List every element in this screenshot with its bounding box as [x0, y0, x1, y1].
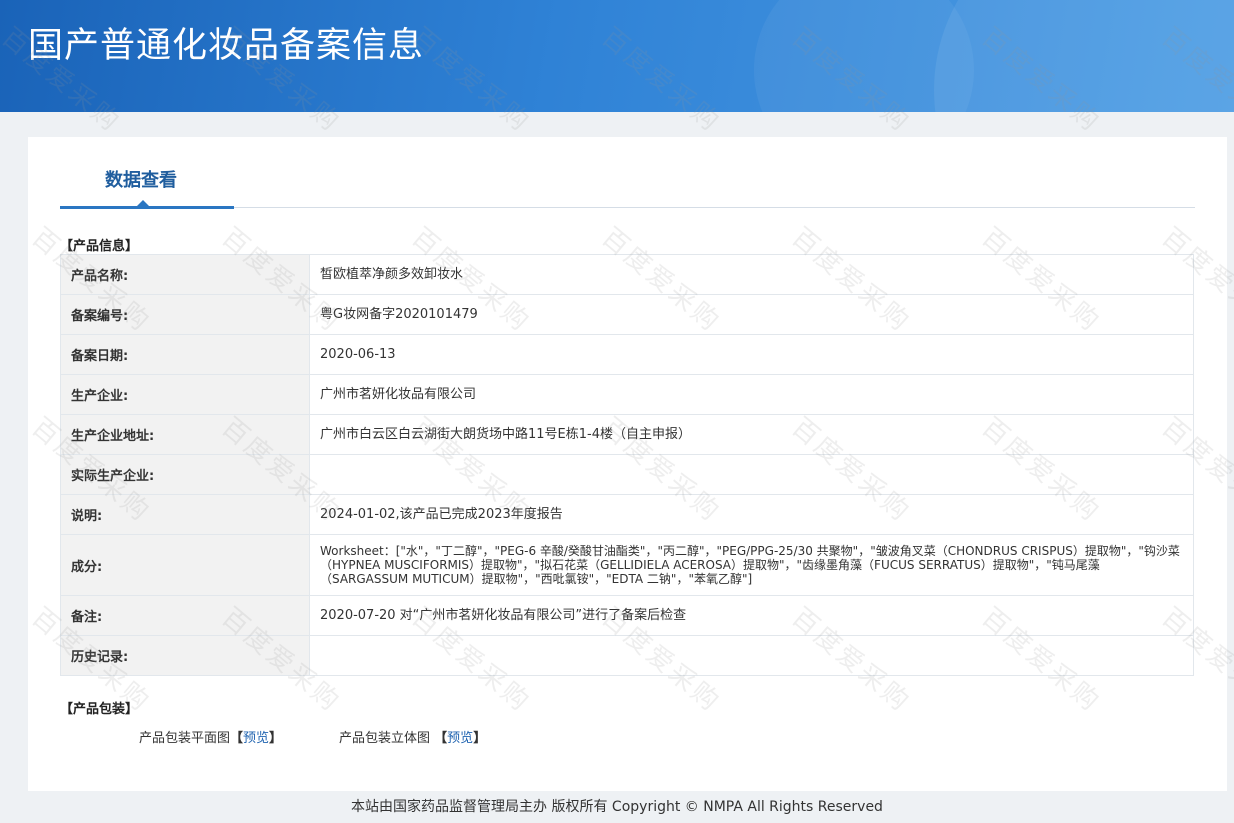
table-row: 实际生产企业: [60, 454, 1194, 495]
row-label: 生产企业: [60, 374, 310, 415]
row-label: 备案编号: [60, 294, 310, 335]
packaging-flat-item: 产品包装平面图【预览】 [139, 727, 282, 746]
table-row: 成分: Worksheet：["水"，"丁二醇"，"PEG-6 辛酸/癸酸甘油酯… [60, 534, 1194, 596]
banner-decoration [934, 0, 1234, 112]
bracket-open: 【 [230, 731, 244, 746]
packaging-3d-item: 产品包装立体图 【预览】 [339, 727, 486, 746]
row-label: 实际生产企业: [60, 454, 310, 495]
table-row: 说明: 2024-01-02,该产品已完成2023年度报告 [60, 494, 1194, 535]
row-value: 粤G妆网备字2020101479 [309, 294, 1194, 335]
row-label: 生产企业地址: [60, 414, 310, 455]
row-label: 备注: [60, 595, 310, 636]
table-row: 产品名称: 皙欧植萃净颜多效卸妆水 [60, 254, 1194, 295]
table-row: 备案编号: 粤G妆网备字2020101479 [60, 294, 1194, 335]
row-value [309, 454, 1194, 495]
packaging-section-title: 【产品包装】 [60, 702, 139, 717]
tab-arrow-indicator [136, 200, 150, 207]
row-label: 历史记录: [60, 635, 310, 676]
preview-3d-link[interactable]: 预览 [447, 731, 473, 746]
ingredients-value: Worksheet：["水"，"丁二醇"，"PEG-6 辛酸/癸酸甘油酯类"，"… [309, 534, 1194, 596]
table-row: 备注: 2020-07-20 对“广州市茗妍化妆品有限公司”进行了备案后检查 [60, 595, 1194, 636]
preview-flat-link[interactable]: 预览 [243, 731, 269, 746]
page-title: 国产普通化妆品备案信息 [28, 26, 425, 66]
row-value: 2024-01-02,该产品已完成2023年度报告 [309, 494, 1194, 535]
row-value: 2020-07-20 对“广州市茗妍化妆品有限公司”进行了备案后检查 [309, 595, 1194, 636]
packaging-flat-label: 产品包装平面图 [139, 731, 231, 746]
table-row: 历史记录: [60, 635, 1194, 676]
row-value: 皙欧植萃净颜多效卸妆水 [309, 254, 1194, 295]
product-info-table: 产品名称: 皙欧植萃净颜多效卸妆水 备案编号: 粤G妆网备字2020101479… [60, 254, 1194, 676]
packaging-3d-label: 产品包装立体图 [339, 731, 431, 746]
bracket-open: 【 [434, 731, 448, 746]
bracket-close: 】 [473, 731, 487, 746]
product-info-section-title: 【产品信息】 [60, 239, 139, 254]
tab-data-view[interactable]: 数据查看 [105, 166, 177, 192]
row-label: 说明: [60, 494, 310, 535]
row-label: 备案日期: [60, 334, 310, 375]
row-value: 广州市白云区白云湖街大朗货场中路11号E栋1-4楼（自主申报） [309, 414, 1194, 455]
row-value [309, 635, 1194, 676]
footer-copyright: 本站由国家药品监督管理局主办 版权所有 Copyright © NMPA All… [351, 799, 883, 815]
table-row: 备案日期: 2020-06-13 [60, 334, 1194, 375]
row-value: 2020-06-13 [309, 334, 1194, 375]
header-banner: 国产普通化妆品备案信息 [0, 0, 1234, 112]
bracket-close: 】 [269, 731, 283, 746]
table-row: 生产企业地址: 广州市白云区白云湖街大朗货场中路11号E栋1-4楼（自主申报） [60, 414, 1194, 455]
table-row: 生产企业: 广州市茗妍化妆品有限公司 [60, 374, 1194, 415]
row-label: 产品名称: [60, 254, 310, 295]
row-value: 广州市茗妍化妆品有限公司 [309, 374, 1194, 415]
row-label: 成分: [60, 534, 310, 596]
content-panel: 数据查看 【产品信息】 产品名称: 皙欧植萃净颜多效卸妆水 备案编号: 粤G妆网… [28, 137, 1227, 791]
banner-decoration [754, 0, 974, 112]
